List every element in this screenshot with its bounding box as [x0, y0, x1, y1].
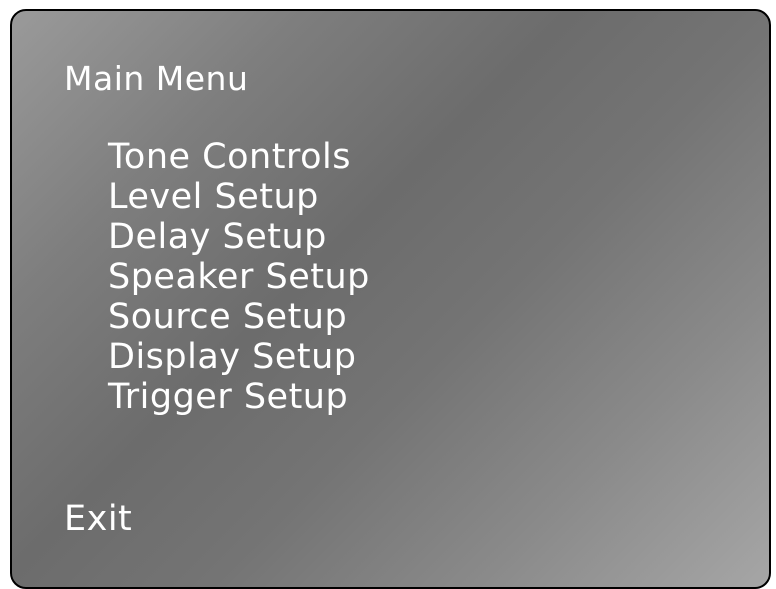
menu-title: Main Menu: [64, 59, 249, 98]
menu-item-trigger-setup[interactable]: Trigger Setup: [108, 377, 370, 417]
menu-item-speaker-setup[interactable]: Speaker Setup: [108, 257, 370, 297]
menu-item-tone-controls[interactable]: Tone Controls: [108, 137, 370, 177]
menu-item-display-setup[interactable]: Display Setup: [108, 337, 370, 377]
menu-item-delay-setup[interactable]: Delay Setup: [108, 217, 370, 257]
osd-screen: Main Menu Tone Controls Level Setup Dela…: [10, 9, 771, 589]
menu-item-level-setup[interactable]: Level Setup: [108, 177, 370, 217]
menu-item-source-setup[interactable]: Source Setup: [108, 297, 370, 337]
exit-menu-item[interactable]: Exit: [64, 499, 132, 539]
menu-list: Tone Controls Level Setup Delay Setup Sp…: [108, 137, 370, 417]
